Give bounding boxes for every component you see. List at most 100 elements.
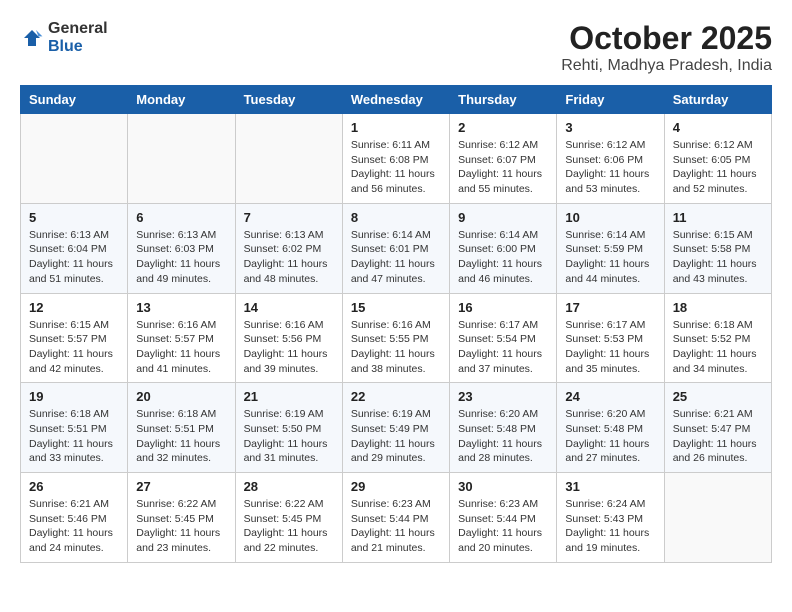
calendar-cell: 13Sunrise: 6:16 AM Sunset: 5:57 PM Dayli…: [128, 293, 235, 383]
day-number: 15: [351, 300, 441, 315]
logo-text-blue: Blue: [48, 38, 83, 55]
calendar-cell: 18 Sunrise: 6:18 AM Sunset: 5:52 PM Dayli…: [664, 293, 771, 383]
day-number: 8: [351, 210, 441, 225]
day-info: Sunrise: 6:23 AM Sunset: 5:44 PM Dayligh…: [458, 497, 548, 556]
day-number: 4: [673, 120, 763, 135]
calendar-cell: 25Sunrise: 6:21 AM Sunset: 5:47 PM Dayli…: [664, 383, 771, 473]
day-info: Sunrise: 6:22 AM Sunset: 5:45 PM Dayligh…: [244, 497, 334, 556]
calendar-week-row: 1 Sunrise: 6:11 AM Sunset: 6:08 PM Daylig…: [21, 114, 772, 204]
calendar-cell: 9 Sunrise: 6:14 AM Sunset: 6:00 PM Daylig…: [450, 203, 557, 293]
calendar-cell: 5 Sunrise: 6:13 AM Sunset: 6:04 PM Daylig…: [21, 203, 128, 293]
day-info: Sunrise: 6:16 AM Sunset: 5:57 PM Dayligh…: [136, 318, 226, 377]
day-number: 17: [565, 300, 655, 315]
day-info: Sunrise: 6:14 AM Sunset: 5:59 PM Dayligh…: [565, 228, 655, 287]
day-number: 24: [565, 389, 655, 404]
day-info: Sunrise: 6:16 AM Sunset: 5:56 PM Dayligh…: [244, 318, 334, 377]
day-number: 28: [244, 479, 334, 494]
day-number: 14: [244, 300, 334, 315]
calendar-cell: 17 Sunrise: 6:17 AM Sunset: 5:53 PM Dayli…: [557, 293, 664, 383]
day-info: Sunrise: 6:12 AM Sunset: 6:07 PM Dayligh…: [458, 138, 548, 197]
day-number: 29: [351, 479, 441, 494]
day-number: 10: [565, 210, 655, 225]
day-number: 2: [458, 120, 548, 135]
calendar-cell: [128, 114, 235, 204]
day-number: 19: [29, 389, 119, 404]
day-number: 27: [136, 479, 226, 494]
day-number: 18: [673, 300, 763, 315]
day-number: 3: [565, 120, 655, 135]
day-info: Sunrise: 6:14 AM Sunset: 6:01 PM Dayligh…: [351, 228, 441, 287]
day-info: Sunrise: 6:17 AM Sunset: 5:54 PM Dayligh…: [458, 318, 548, 377]
calendar-cell: 8 Sunrise: 6:14 AM Sunset: 6:01 PM Daylig…: [342, 203, 449, 293]
weekday-header-friday: Friday: [557, 86, 664, 114]
day-info: Sunrise: 6:13 AM Sunset: 6:04 PM Dayligh…: [29, 228, 119, 287]
calendar-cell: 16 Sunrise: 6:17 AM Sunset: 5:54 PM Dayli…: [450, 293, 557, 383]
location-title: Rehti, Madhya Pradesh, India: [561, 57, 772, 75]
day-number: 12: [29, 300, 119, 315]
day-number: 5: [29, 210, 119, 225]
calendar-cell: 31Sunrise: 6:24 AM Sunset: 5:43 PM Dayli…: [557, 473, 664, 563]
calendar-cell: 6 Sunrise: 6:13 AM Sunset: 6:03 PM Daylig…: [128, 203, 235, 293]
calendar-cell: 30 Sunrise: 6:23 AM Sunset: 5:44 PM Dayli…: [450, 473, 557, 563]
calendar-cell: 1 Sunrise: 6:11 AM Sunset: 6:08 PM Daylig…: [342, 114, 449, 204]
day-number: 16: [458, 300, 548, 315]
weekday-header-monday: Monday: [128, 86, 235, 114]
calendar-table: SundayMondayTuesdayWednesdayThursdayFrid…: [20, 85, 772, 563]
day-info: Sunrise: 6:19 AM Sunset: 5:49 PM Dayligh…: [351, 407, 441, 466]
calendar-week-row: 5 Sunrise: 6:13 AM Sunset: 6:04 PM Daylig…: [21, 203, 772, 293]
title-section: October 2025 Rehti, Madhya Pradesh, Indi…: [561, 20, 772, 75]
day-info: Sunrise: 6:17 AM Sunset: 5:53 PM Dayligh…: [565, 318, 655, 377]
day-number: 11: [673, 210, 763, 225]
calendar-cell: 24 Sunrise: 6:20 AM Sunset: 5:48 PM Dayli…: [557, 383, 664, 473]
calendar-cell: 7Sunrise: 6:13 AM Sunset: 6:02 PM Daylig…: [235, 203, 342, 293]
day-info: Sunrise: 6:21 AM Sunset: 5:46 PM Dayligh…: [29, 497, 119, 556]
calendar-cell: 26 Sunrise: 6:21 AM Sunset: 5:46 PM Dayli…: [21, 473, 128, 563]
day-info: Sunrise: 6:12 AM Sunset: 6:06 PM Dayligh…: [565, 138, 655, 197]
page-header: General Blue October 2025 Rehti, Madhya …: [20, 20, 772, 75]
calendar-cell: 27 Sunrise: 6:22 AM Sunset: 5:45 PM Dayli…: [128, 473, 235, 563]
month-title: October 2025: [561, 20, 772, 57]
day-info: Sunrise: 6:19 AM Sunset: 5:50 PM Dayligh…: [244, 407, 334, 466]
calendar-cell: 23Sunrise: 6:20 AM Sunset: 5:48 PM Dayli…: [450, 383, 557, 473]
day-number: 20: [136, 389, 226, 404]
day-info: Sunrise: 6:23 AM Sunset: 5:44 PM Dayligh…: [351, 497, 441, 556]
calendar-week-row: 26 Sunrise: 6:21 AM Sunset: 5:46 PM Dayli…: [21, 473, 772, 563]
calendar-cell: [235, 114, 342, 204]
calendar-cell: 4 Sunrise: 6:12 AM Sunset: 6:05 PM Daylig…: [664, 114, 771, 204]
day-info: Sunrise: 6:18 AM Sunset: 5:51 PM Dayligh…: [136, 407, 226, 466]
day-number: 7: [244, 210, 334, 225]
day-info: Sunrise: 6:15 AM Sunset: 5:57 PM Dayligh…: [29, 318, 119, 377]
day-number: 22: [351, 389, 441, 404]
day-info: Sunrise: 6:22 AM Sunset: 5:45 PM Dayligh…: [136, 497, 226, 556]
day-info: Sunrise: 6:21 AM Sunset: 5:47 PM Dayligh…: [673, 407, 763, 466]
calendar-cell: 28 Sunrise: 6:22 AM Sunset: 5:45 PM Dayli…: [235, 473, 342, 563]
day-info: Sunrise: 6:18 AM Sunset: 5:52 PM Dayligh…: [673, 318, 763, 377]
calendar-cell: 3 Sunrise: 6:12 AM Sunset: 6:06 PM Daylig…: [557, 114, 664, 204]
calendar-cell: 22 Sunrise: 6:19 AM Sunset: 5:49 PM Dayli…: [342, 383, 449, 473]
calendar-cell: 20 Sunrise: 6:18 AM Sunset: 5:51 PM Dayli…: [128, 383, 235, 473]
calendar-cell: 29 Sunrise: 6:23 AM Sunset: 5:44 PM Dayli…: [342, 473, 449, 563]
day-info: Sunrise: 6:24 AM Sunset: 5:43 PM Dayligh…: [565, 497, 655, 556]
day-number: 9: [458, 210, 548, 225]
calendar-cell: 21Sunrise: 6:19 AM Sunset: 5:50 PM Dayli…: [235, 383, 342, 473]
weekday-header-sunday: Sunday: [21, 86, 128, 114]
day-number: 26: [29, 479, 119, 494]
logo-icon: [20, 26, 44, 50]
day-number: 30: [458, 479, 548, 494]
day-number: 1: [351, 120, 441, 135]
calendar-cell: 2 Sunrise: 6:12 AM Sunset: 6:07 PM Daylig…: [450, 114, 557, 204]
day-number: 23: [458, 389, 548, 404]
day-info: Sunrise: 6:12 AM Sunset: 6:05 PM Dayligh…: [673, 138, 763, 197]
day-info: Sunrise: 6:11 AM Sunset: 6:08 PM Dayligh…: [351, 138, 441, 197]
day-number: 6: [136, 210, 226, 225]
weekday-header-wednesday: Wednesday: [342, 86, 449, 114]
calendar-cell: [21, 114, 128, 204]
day-info: Sunrise: 6:14 AM Sunset: 6:00 PM Dayligh…: [458, 228, 548, 287]
day-info: Sunrise: 6:13 AM Sunset: 6:03 PM Dayligh…: [136, 228, 226, 287]
day-info: Sunrise: 6:20 AM Sunset: 5:48 PM Dayligh…: [565, 407, 655, 466]
calendar-cell: 10 Sunrise: 6:14 AM Sunset: 5:59 PM Dayli…: [557, 203, 664, 293]
calendar-week-row: 12 Sunrise: 6:15 AM Sunset: 5:57 PM Dayli…: [21, 293, 772, 383]
calendar-cell: [664, 473, 771, 563]
logo-text-general: General: [48, 20, 108, 37]
calendar-cell: 14 Sunrise: 6:16 AM Sunset: 5:56 PM Dayli…: [235, 293, 342, 383]
